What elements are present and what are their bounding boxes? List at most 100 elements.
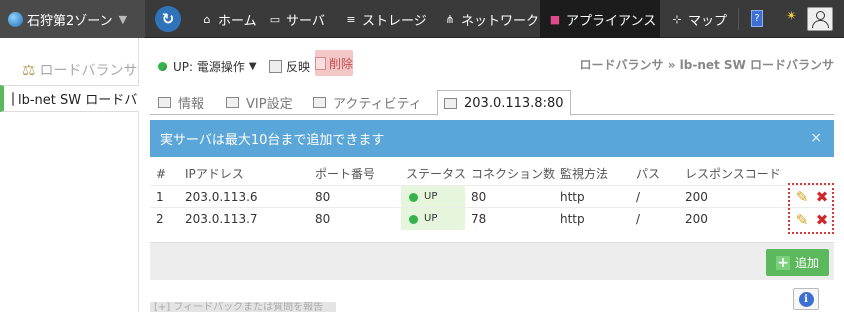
row-num: 1: [156, 190, 164, 204]
feedback-link[interactable]: [+] フィードバックまたは質問を報告: [150, 302, 336, 312]
table-footer: [150, 242, 834, 280]
status-badge: UP: [401, 208, 465, 230]
info-tab-icon: [158, 97, 171, 108]
home-icon: ⌂: [203, 12, 211, 26]
info-alert: 実サーバは最大10台まで追加できます ×: [150, 120, 834, 157]
tab-activity[interactable]: アクティビティ: [313, 90, 422, 115]
nav-server-label: サーバ: [286, 13, 325, 29]
alert-message: 実サーバは最大10台まで追加できます: [160, 133, 385, 148]
row-actions: ✎ ✖ ✎ ✖: [788, 183, 834, 234]
activity-icon: [313, 97, 326, 108]
col-code: レスポンスコード: [685, 167, 781, 181]
nav-server[interactable]: ▭ サーバ: [268, 0, 325, 38]
close-icon[interactable]: ×: [810, 130, 822, 146]
add-server-button[interactable]: + 追加: [766, 249, 829, 276]
nav-network-label: ネットワーク: [461, 13, 540, 29]
table-row: 1 203.0.113.6 80 UP 80 http / 200: [150, 185, 834, 208]
network-icon: ⋔: [445, 12, 455, 26]
info-icon: i: [798, 291, 814, 307]
tab-info[interactable]: 情報: [158, 90, 204, 115]
row-port: 80: [315, 190, 331, 204]
nav-network[interactable]: ⋔ ネットワーク: [443, 0, 539, 38]
user-icon-body: [812, 20, 829, 28]
row-path: /: [636, 212, 641, 226]
row-num: 2: [156, 212, 164, 226]
chevron-down-icon: ▼: [248, 60, 257, 72]
user-menu-button[interactable]: [807, 7, 833, 31]
col-port: ポート番号: [315, 167, 376, 181]
row-port: 80: [315, 212, 331, 226]
tab-vip-label: VIP設定: [246, 97, 293, 112]
sidebar-item-label: lb-net SW ロードバランサ: [18, 93, 139, 108]
sidebar-item-lb[interactable]: lb-net SW ロードバランサ: [0, 85, 139, 112]
table-row: 2 203.0.113.7 80 UP 78 http / 200: [150, 207, 834, 230]
nav-map[interactable]: ⊹ マップ: [670, 0, 727, 38]
top-nav: 石狩第2ゾーン ▼ ↻ ⌂ ホーム ▭ サーバ ≡ ストレージ ⋔ ネットワーク…: [0, 0, 844, 38]
row-method: http: [560, 212, 585, 226]
sidebar: ⚖ ロードバランサ lb-net SW ロードバランサ: [0, 38, 139, 312]
nav-storage-label: ストレージ: [362, 13, 427, 29]
status-up-icon: [158, 61, 167, 71]
server-icon: ▭: [269, 12, 281, 26]
status-up-icon: [409, 214, 418, 224]
add-button-label: 追加: [794, 256, 819, 270]
nav-storage[interactable]: ≡ ストレージ: [344, 0, 427, 38]
row-code: 200: [685, 190, 708, 204]
port-icon: [444, 97, 457, 109]
nav-home-label: ホーム: [218, 13, 257, 29]
star-icon[interactable]: ✴: [786, 9, 797, 24]
refresh-button[interactable]: ↻: [155, 6, 181, 32]
power-status-menu[interactable]: UP: 電源操作 ▼: [158, 56, 257, 76]
col-path: パス: [636, 167, 661, 181]
delete-x-icon[interactable]: ✖: [813, 188, 831, 206]
col-status: ステータス: [406, 167, 467, 181]
tab-vip-port[interactable]: 203.0.113.8:80: [437, 90, 571, 116]
col-num: #: [156, 167, 167, 181]
nav-appliance[interactable]: ■ アプライアンス: [540, 0, 660, 38]
nav-home[interactable]: ⌂ ホーム: [200, 0, 257, 38]
zone-label: 石狩第2ゾーン: [27, 13, 113, 29]
power-status-label: UP: 電源操作: [173, 59, 245, 74]
sidebar-heading: ⚖ ロードバランサ: [22, 60, 137, 80]
edit-pencil-icon[interactable]: ✎: [793, 211, 811, 229]
delete-x-icon[interactable]: ✖: [813, 211, 831, 229]
globe-icon: [8, 11, 23, 27]
tab-activity-label: アクティビティ: [333, 97, 422, 112]
breadcrumb: ロードバランサ » lb-net SW ロードバランサ: [579, 58, 834, 72]
appliance-icon: ■: [549, 12, 561, 26]
storage-icon: ≡: [346, 12, 356, 26]
col-ip: IPアドレス: [185, 167, 244, 181]
col-method: 監視方法: [560, 167, 609, 181]
row-code: 200: [685, 212, 708, 226]
plus-icon: +: [775, 254, 790, 271]
balance-scale-icon: ⚖: [22, 61, 36, 79]
loadbalancer-icon: [12, 91, 14, 106]
reflect-icon: [269, 59, 282, 73]
row-ip: 203.0.113.6: [185, 190, 258, 204]
refresh-icon: ↻: [161, 10, 175, 28]
sidebar-heading-label: ロードバランサ: [39, 63, 138, 79]
status-label: UP: [424, 191, 438, 202]
status-label: UP: [424, 213, 438, 224]
tab-bar: 情報 VIP設定 アクティビティ 203.0.113.8:80: [150, 90, 834, 116]
row-method: http: [560, 190, 585, 204]
reflect-label: 反映: [286, 59, 311, 74]
info-button[interactable]: i: [793, 288, 819, 310]
tab-vip[interactable]: VIP設定: [226, 90, 293, 115]
monitor-icon: [226, 97, 239, 108]
reflect-button[interactable]: 反映: [269, 56, 310, 76]
user-icon: [816, 11, 825, 20]
tab-info-label: 情報: [178, 97, 205, 112]
nav-divider: [738, 8, 739, 30]
edit-pencil-icon[interactable]: ✎: [793, 188, 811, 206]
chevron-down-icon: ▼: [118, 12, 128, 26]
status-badge: UP: [401, 186, 465, 208]
trash-icon: [315, 56, 326, 70]
help-icon[interactable]: ?: [751, 10, 763, 27]
row-path: /: [636, 190, 641, 204]
zone-selector[interactable]: 石狩第2ゾーン ▼: [0, 0, 145, 38]
delete-button[interactable]: 削除: [315, 50, 353, 76]
row-ip: 203.0.113.7: [185, 212, 258, 226]
col-conn: コネクション数: [471, 167, 556, 181]
row-conn: 80: [471, 190, 487, 204]
